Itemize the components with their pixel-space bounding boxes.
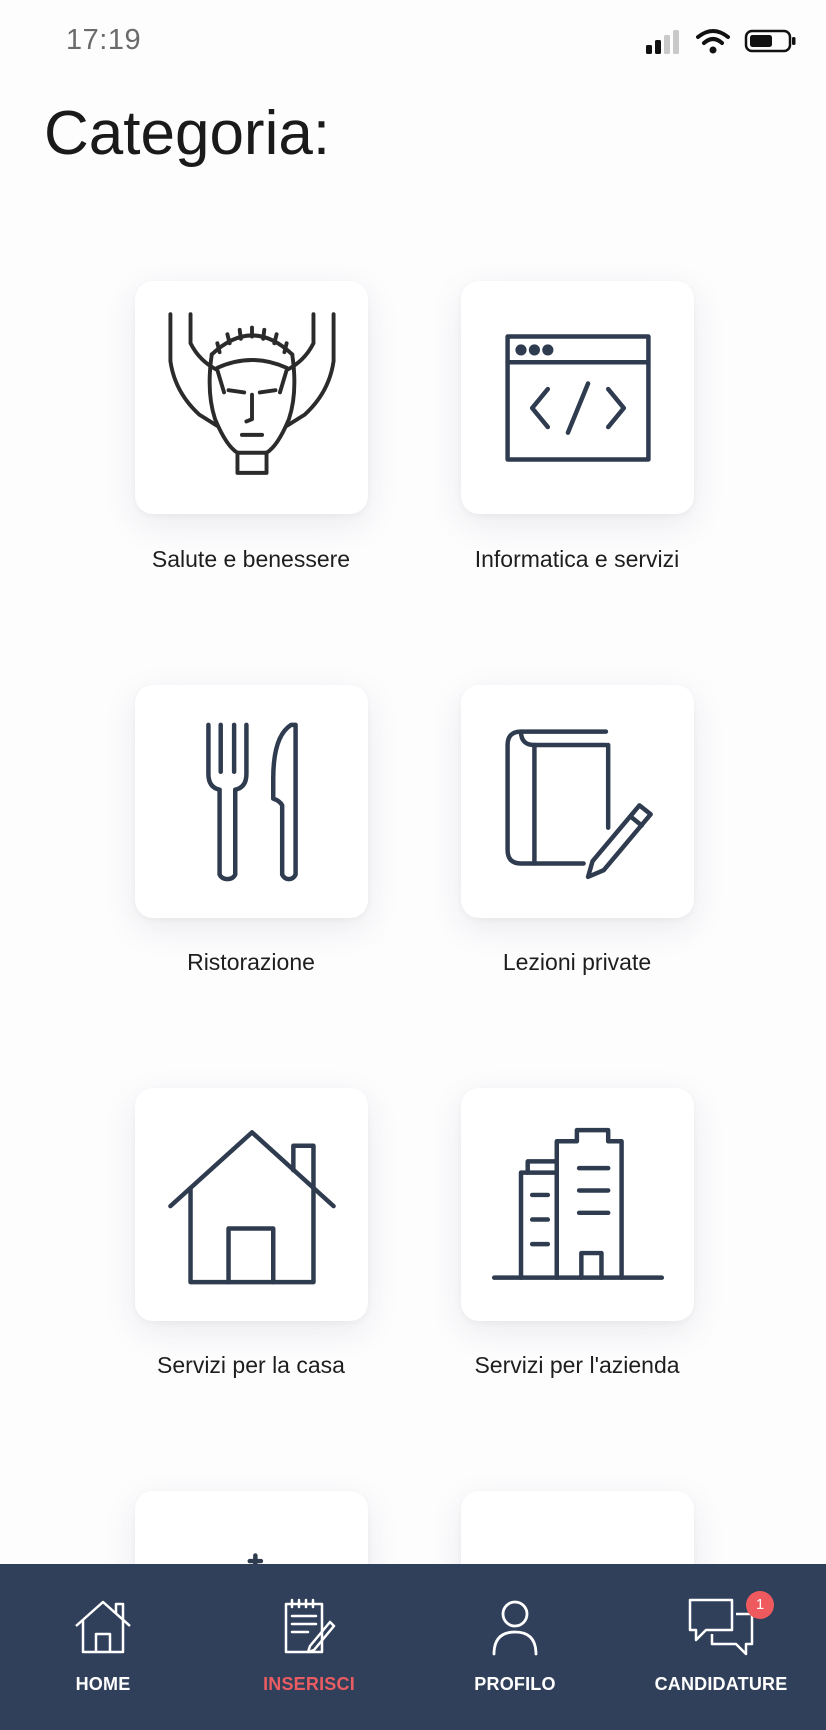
tab-label: INSERISCI: [263, 1674, 355, 1694]
tab-profile[interactable]: PROFILO: [412, 1564, 618, 1730]
tab-label: PROFILO: [474, 1674, 556, 1694]
notification-badge: 1: [746, 1591, 774, 1619]
tab-applications[interactable]: 1 CANDIDATURE: [618, 1564, 824, 1730]
category-label: Lezioni private: [502, 949, 652, 975]
category-label: Ristorazione: [187, 949, 315, 975]
category-card-it[interactable]: [461, 281, 694, 514]
category-label: Servizi per l'azienda: [474, 1352, 680, 1378]
tab-home[interactable]: HOME: [0, 1564, 206, 1730]
tab-insert[interactable]: INSERISCI: [206, 1564, 412, 1730]
category-card-business[interactable]: [461, 1088, 694, 1321]
fork-knife-icon: [205, 722, 298, 881]
category-card-food[interactable]: [135, 685, 368, 918]
office-building-icon: [491, 1127, 664, 1280]
category-label: Informatica e servizi: [474, 546, 680, 572]
bottom-tab-bar: HOME INSERISCI PROFILO 1 CANDIDATURE: [0, 1564, 826, 1730]
category-grid: Salute e benessere Informatica e servizi…: [0, 0, 826, 1730]
category-card-lessons[interactable]: [461, 685, 694, 918]
home-icon: [75, 1600, 131, 1654]
face-massage-icon: [167, 311, 336, 475]
user-icon: [492, 1600, 538, 1656]
category-card-home[interactable]: [135, 1088, 368, 1321]
house-icon: [167, 1129, 336, 1284]
book-pencil-icon: [504, 728, 653, 879]
tab-label: CANDIDATURE: [654, 1674, 788, 1694]
category-label: Salute e benessere: [151, 546, 351, 572]
tab-label: HOME: [75, 1674, 131, 1694]
notepad-pencil-icon: [284, 1598, 336, 1654]
category-card-health[interactable]: [135, 281, 368, 514]
code-window-icon: [504, 333, 651, 462]
category-label: Servizi per la casa: [157, 1352, 345, 1378]
